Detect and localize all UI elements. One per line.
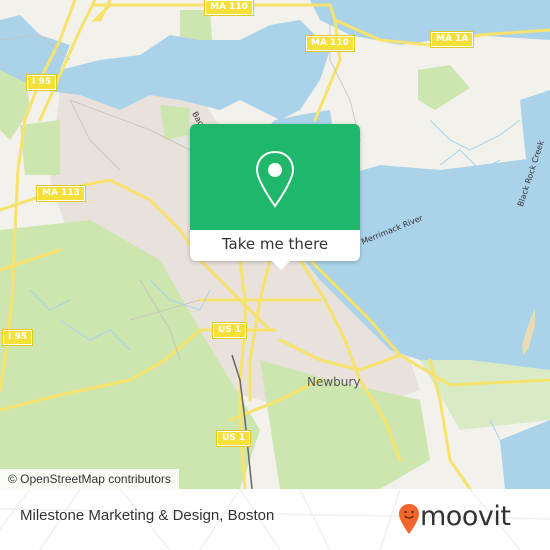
- road-shield-i95: I 95: [1, 329, 34, 346]
- moovit-logo[interactable]: moovit: [398, 499, 538, 539]
- moovit-smiley-pin-icon: [399, 504, 419, 534]
- popup-pointer: [272, 261, 290, 270]
- road-shield-ma1a: MA 1A: [429, 31, 475, 48]
- green-area: [418, 65, 470, 110]
- road-shield-us1: US 1: [211, 322, 248, 339]
- take-me-there-button[interactable]: Take me there: [190, 230, 360, 261]
- map-attribution[interactable]: © OpenStreetMap contributors: [0, 469, 179, 489]
- location-popup[interactable]: Take me there: [190, 124, 360, 270]
- moovit-wordmark: moovit: [420, 501, 511, 532]
- map-view[interactable]: MA 110 MA 110 MA 1A I 95 MA 113 I 95 US …: [0, 0, 550, 489]
- footer-bar: Milestone Marketing & Design, Boston moo…: [0, 489, 550, 550]
- road-shield-i95: I 95: [25, 74, 58, 91]
- road-shield-us1: US 1: [215, 430, 252, 447]
- green-area: [20, 120, 60, 175]
- green-area: [160, 105, 190, 140]
- place-name: Milestone Marketing & Design, Boston: [20, 507, 275, 524]
- town-label-newbury: Newbury: [307, 375, 361, 389]
- road-shield-ma110: MA 110: [305, 35, 355, 52]
- river-water: [500, 420, 550, 489]
- popup-header: [190, 124, 360, 230]
- road-shield-ma110: MA 110: [204, 0, 254, 16]
- road-shield-ma113: MA 113: [36, 185, 86, 202]
- map-pin-icon: [255, 150, 295, 208]
